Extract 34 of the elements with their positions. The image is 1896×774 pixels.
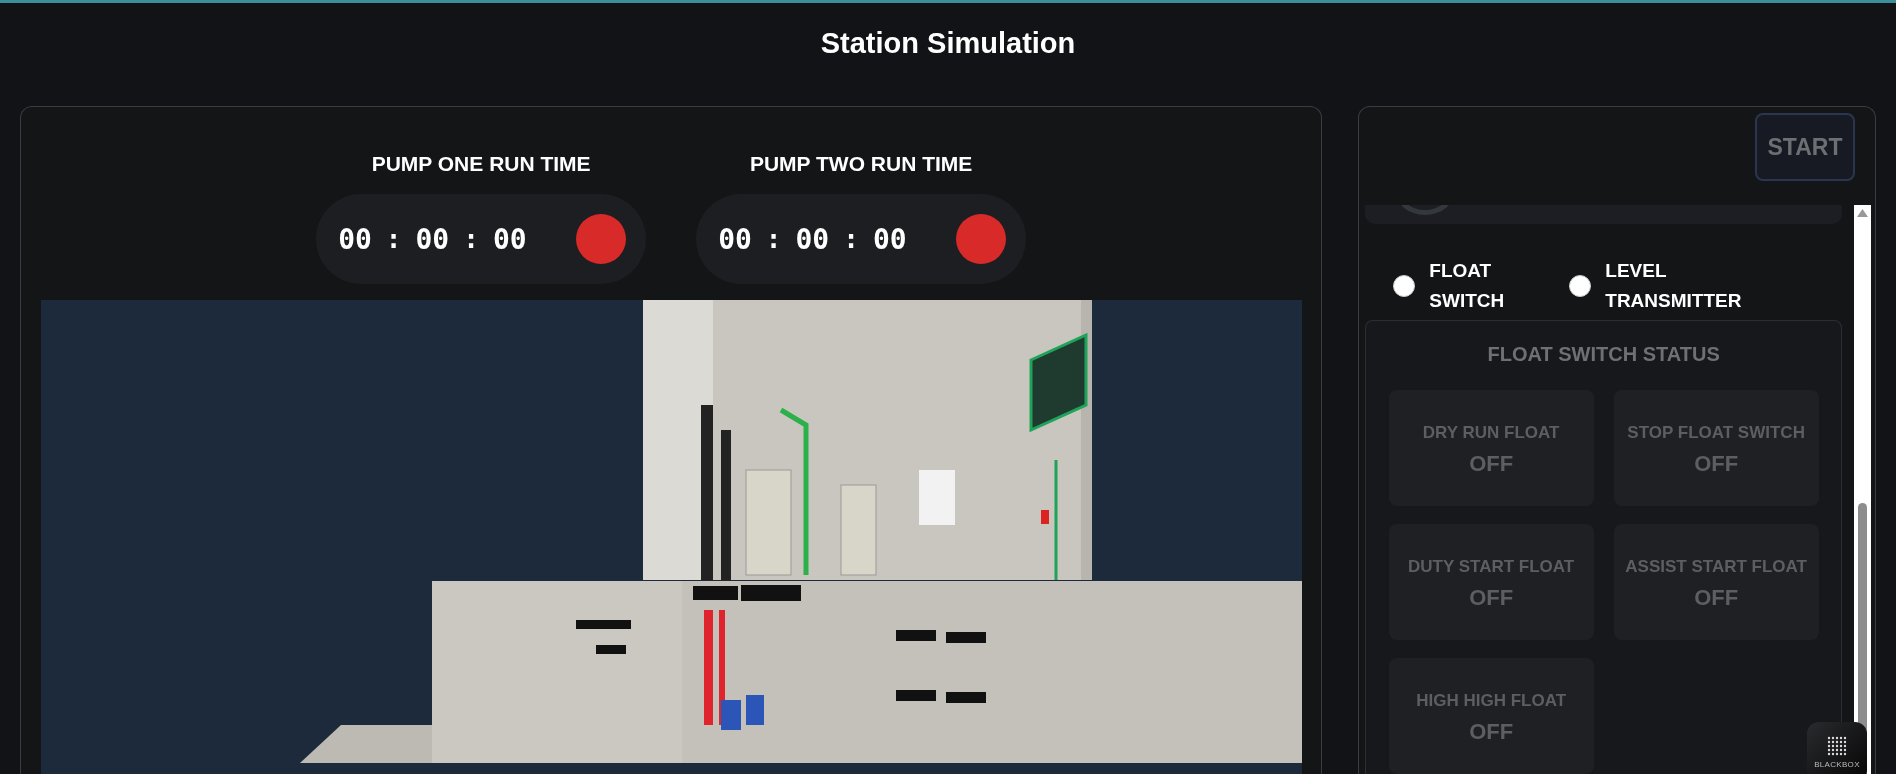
float-state: OFF — [1469, 584, 1514, 611]
page-title: Station Simulation — [819, 25, 1077, 61]
float-name: DUTY START FLOAT — [1408, 555, 1575, 578]
timer-label: PUMP TWO RUN TIME — [749, 152, 973, 176]
radio-icon[interactable] — [1569, 275, 1592, 298]
sensor-mode-radio[interactable]: FLOAT SWITCH — [1393, 252, 1520, 320]
hours-value: 00 — [338, 222, 372, 256]
minutes-value: 00 — [415, 222, 450, 256]
time-separator: : — [385, 224, 402, 254]
time-separator: : — [843, 224, 859, 254]
float-state: OFF — [1694, 450, 1739, 477]
float-name: STOP FLOAT SWITCH — [1627, 421, 1805, 444]
float-name: HIGH HIGH FLOAT — [1416, 689, 1567, 712]
time-separator: : — [765, 224, 782, 254]
radio-label: LEVEL TRANSMITTER — [1605, 259, 1743, 314]
float-name: DRY RUN FLOAT — [1422, 421, 1560, 444]
scroll-up-icon[interactable] — [1857, 209, 1868, 217]
seconds-value: 00 — [492, 222, 527, 256]
dots-logo-icon — [1827, 735, 1847, 756]
float-state: OFF — [1469, 450, 1514, 477]
radio-icon[interactable] — [1393, 275, 1416, 298]
time-separator: : — [463, 224, 479, 254]
float-state: OFF — [1469, 718, 1514, 745]
radio-label: FLOAT SWITCH — [1429, 259, 1506, 314]
float-name: ASSIST START FLOAT — [1625, 555, 1807, 578]
hours-value: 00 — [718, 222, 752, 256]
badge-label: BLACKBOX — [1814, 759, 1860, 769]
minutes-value: 00 — [795, 222, 830, 256]
timer-label: PUMP ONE RUN TIME — [371, 152, 591, 176]
seconds-value: 00 — [872, 222, 907, 256]
float-state: OFF — [1694, 584, 1739, 611]
sensor-mode-radio[interactable]: LEVEL TRANSMITTER — [1569, 252, 1766, 320]
panel-title: FLOAT SWITCH STATUS — [1487, 343, 1720, 366]
assistant-badge[interactable]: BLACKBOX — [1807, 722, 1867, 774]
